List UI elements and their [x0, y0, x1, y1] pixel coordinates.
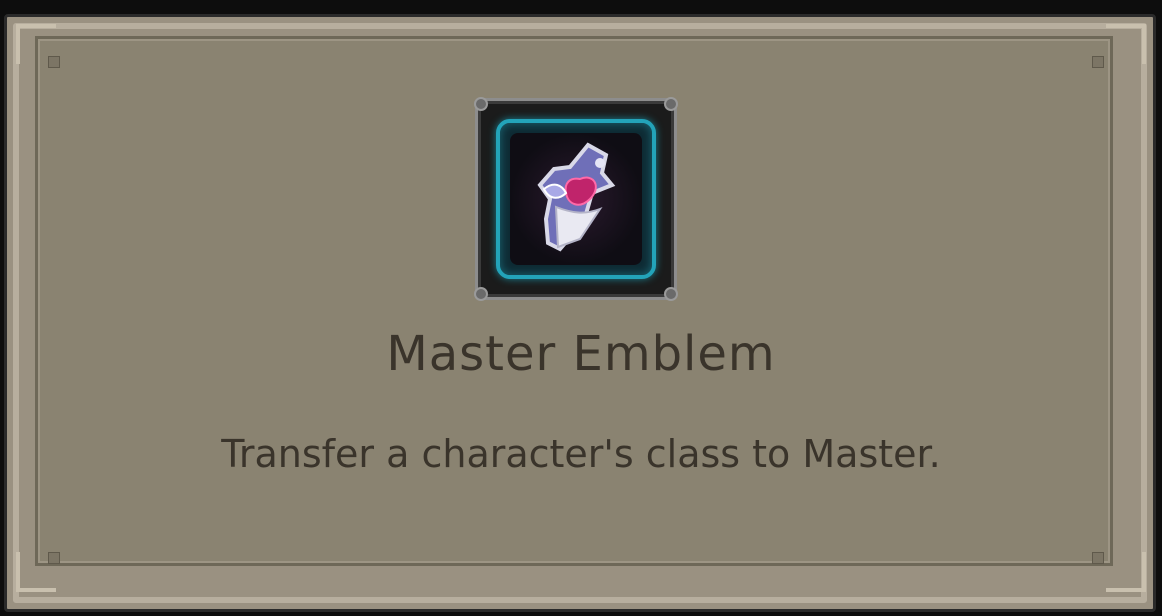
screw-icon	[664, 287, 678, 301]
item-icon-frame	[474, 97, 678, 301]
item-icon-bezel	[496, 119, 656, 279]
screw-icon	[474, 287, 488, 301]
item-description: Transfer a character's class to Master.	[221, 432, 941, 476]
rivet-bottom-right	[1092, 552, 1104, 564]
master-emblem-icon	[510, 133, 642, 265]
rivet-top-right	[1092, 56, 1104, 68]
rivet-bottom-left	[48, 552, 60, 564]
item-info-dialog: Master Emblem Transfer a character's cla…	[0, 0, 1162, 616]
item-name: Master Emblem	[386, 326, 776, 382]
screw-icon	[474, 97, 488, 111]
screw-icon	[664, 97, 678, 111]
rivet-top-left	[48, 56, 60, 68]
